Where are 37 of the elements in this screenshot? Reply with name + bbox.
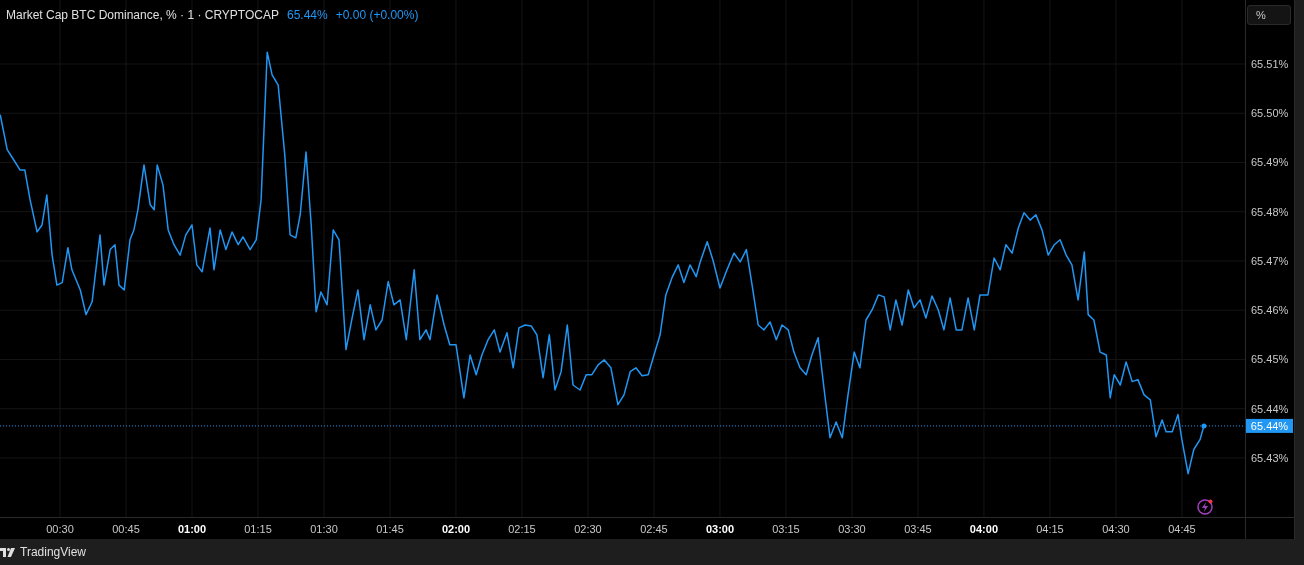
logo-icon [0,547,15,557]
axis-label: 65.45% [1251,353,1289,366]
axis-label: 04:45 [1168,523,1196,535]
axis-label: 00:30 [46,523,74,535]
axis-label: 65.44% [1251,402,1289,415]
axis-label: 02:00 [441,523,471,535]
price-value: 65.44% [287,7,328,24]
axis-label: 65.46% [1251,304,1289,317]
axis-label: 04:15 [1036,523,1064,535]
ref-line-label: 65.44% [1250,419,1289,432]
axis-label: 02:45 [640,523,668,535]
price-change: +0.00 (+0.00%) [335,7,419,24]
lightning-icon[interactable] [1197,499,1213,515]
axis-label: 01:00 [177,523,207,535]
last-price-badge: 65.44% [1246,418,1293,433]
axis-label: 65.50% [1251,107,1289,120]
axis-label: 04:30 [1102,523,1130,535]
axis-label: 01:45 [376,523,404,535]
brand-name: TradingView [20,544,87,561]
axis-label: 65.49% [1251,156,1289,169]
axis-label: 03:00 [705,523,735,535]
axis-label: 65.47% [1251,254,1289,267]
chart-title: Market Cap BTC Dominance, % · 1 · CRYPTOCAP [6,7,279,24]
axis-label: 02:30 [574,523,602,535]
axis-label: 04:00 [969,523,998,535]
axis-label: 03:15 [772,523,800,535]
axis-label: 00:45 [112,523,140,535]
axis-label: 65.48% [1251,205,1289,218]
axis-label: 65.51% [1251,58,1289,70]
axis-label: 03:45 [904,523,932,535]
last-point-icon [1201,423,1207,429]
axis-label: 01:30 [310,523,338,535]
scale-button[interactable]: % [1247,5,1291,25]
axis-label: 01:15 [244,523,272,535]
axis-label: 02:15 [508,523,536,535]
axis-label: 03:30 [838,523,866,535]
axis-label: 65.43% [1251,451,1289,464]
